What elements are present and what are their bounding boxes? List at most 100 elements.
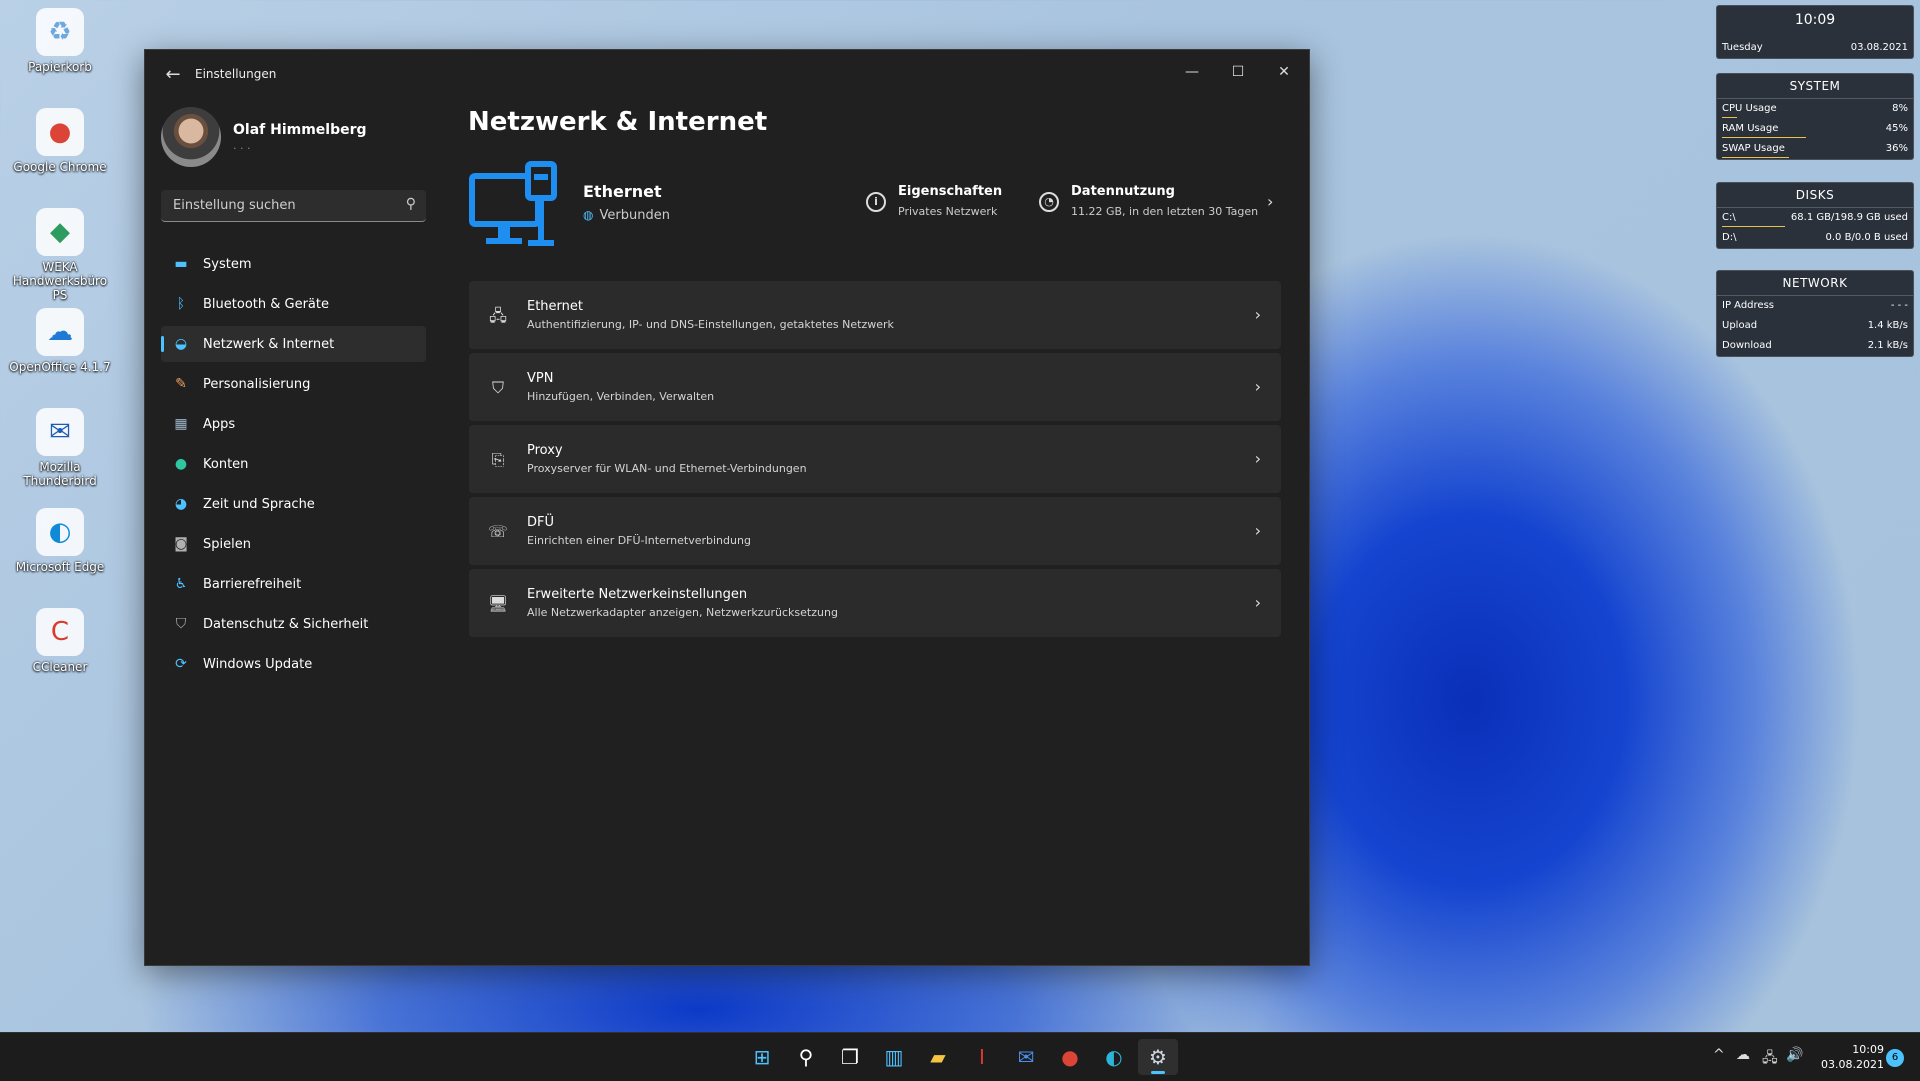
weka-icon: I: [979, 1045, 985, 1069]
file-explorer-button[interactable]: ▰: [918, 1039, 958, 1075]
minimize-button[interactable]: —: [1169, 56, 1215, 88]
gadget-row-label: Download: [1722, 340, 1772, 351]
desktop-app-icon: ✉: [36, 408, 84, 456]
search-icon[interactable]: ⚲: [406, 196, 416, 212]
card-subtitle: Authentifizierung, IP- und DNS-Einstellu…: [527, 318, 894, 331]
network-gadget-row: Upload 1.4 kB/s: [1717, 316, 1913, 336]
settings-card[interactable]: 🖥 Erweiterte Netzwerkeinstellungen Alle Ne…: [469, 569, 1281, 637]
sidebar-item[interactable]: ᛒ Bluetooth & Geräte: [161, 286, 426, 322]
card-title: DFÜ: [527, 515, 555, 530]
card-title: Erweiterte Netzwerkeinstellungen: [527, 587, 748, 602]
sidebar-item[interactable]: ▦ Apps: [161, 406, 426, 442]
data-usage-subtitle: 11.22 GB, in den letzten 30 Tagen: [1071, 205, 1259, 218]
properties-title: Eigenschaften: [898, 184, 1003, 199]
start-button[interactable]: ⊞: [742, 1039, 782, 1075]
connection-name: Ethernet: [583, 182, 662, 201]
close-button[interactable]: ✕: [1261, 56, 1307, 88]
system-gadget-title: SYSTEM: [1717, 74, 1913, 99]
file-explorer-icon: ▰: [930, 1045, 946, 1069]
connection-status-text: Verbunden: [599, 208, 670, 223]
gadget-row-value: - - -: [1890, 300, 1908, 311]
sidebar-item[interactable]: ▬ System: [161, 246, 426, 282]
sidebar-item[interactable]: ◒ Netzwerk & Internet: [161, 326, 426, 362]
gadget-row-label: RAM Usage: [1722, 123, 1779, 134]
sidebar-item-label: System: [203, 256, 252, 272]
sidebar-item-label: Barrierefreiheit: [203, 576, 302, 592]
volume-icon[interactable]: 🔊: [1786, 1047, 1803, 1063]
desktop-icon-label: Google Chrome: [13, 160, 107, 174]
maximize-button[interactable]: ☐: [1215, 56, 1261, 88]
desktop-icon[interactable]: ◐ Microsoft Edge: [4, 508, 116, 574]
desktop-icon[interactable]: ✉ Mozilla Thunderbird: [4, 408, 116, 488]
gamepad-icon: ◙: [174, 536, 188, 552]
sidebar-item[interactable]: ⛉ Datenschutz & Sicherheit: [161, 606, 426, 642]
chevron-right-icon: ›: [1267, 192, 1274, 211]
thunderbird-button[interactable]: ✉: [1006, 1039, 1046, 1075]
chevron-right-icon: ›: [1254, 593, 1261, 612]
sidebar-item-label: Netzwerk & Internet: [203, 336, 335, 352]
clock-gadget: 10:09 Tuesday 03.08.2021: [1716, 5, 1914, 59]
chrome-button[interactable]: ●: [1050, 1039, 1090, 1075]
usage-bar: [1722, 117, 1737, 118]
card-title: VPN: [527, 371, 554, 386]
settings-card[interactable]: ⎘ Proxy Proxyserver für WLAN- und Ethernet…: [469, 425, 1281, 493]
sidebar-item[interactable]: ⟳ Windows Update: [161, 646, 426, 682]
sidebar-item[interactable]: ◙ Spielen: [161, 526, 426, 562]
card-title: Proxy: [527, 443, 563, 458]
ethernet-monitor-icon: [469, 161, 557, 246]
gadget-row-label: D:\: [1722, 232, 1737, 243]
task-view-button[interactable]: ❐: [830, 1039, 870, 1075]
sidebar-item[interactable]: ◕ Zeit und Sprache: [161, 486, 426, 522]
update-icon: ⟳: [175, 656, 187, 672]
sidebar-item-label: Datenschutz & Sicherheit: [203, 616, 369, 632]
gadget-day: Tuesday: [1722, 42, 1763, 53]
accessibility-icon: ♿: [174, 576, 188, 592]
avatar[interactable]: [161, 107, 221, 167]
network-tray-icon[interactable]: 🖧: [1762, 1047, 1778, 1071]
settings-card[interactable]: ☏ DFÜ Einrichten einer DFÜ-Internetverbind…: [469, 497, 1281, 565]
gadget-row-value: 68.1 GB/198.9 GB used: [1790, 212, 1908, 223]
system-gadget-row: SWAP Usage 36%: [1717, 139, 1913, 159]
properties-subtitle: Privates Netzwerk: [898, 205, 998, 218]
widgets-button[interactable]: ▥: [874, 1039, 914, 1075]
page-title: Netzwerk & Internet: [468, 107, 768, 137]
onedrive-cloud-icon[interactable]: ☁: [1736, 1047, 1750, 1063]
settings-search[interactable]: ⚲: [161, 190, 426, 222]
desktop-icon[interactable]: ♻ Papierkorb: [4, 8, 116, 74]
desktop-app-icon: ♻: [36, 8, 84, 56]
sidebar-item[interactable]: ● Konten: [161, 446, 426, 482]
gadget-row-label: SWAP Usage: [1722, 143, 1785, 154]
search-button[interactable]: ⚲: [786, 1039, 826, 1075]
globe-clock-icon: ◕: [174, 496, 188, 512]
gadget-row-value: 1.4 kB/s: [1867, 320, 1908, 331]
notification-badge[interactable]: 6: [1886, 1049, 1904, 1067]
usage-bar: [1722, 157, 1789, 158]
taskbar: ⊞ ⚲ ❐ ▥ ▰ I ✉ ● ◐ ⚙ ^ ☁ 🖧 🔊 10:09 03.08.2021 6: [0, 1032, 1920, 1081]
desktop-icon[interactable]: ● Google Chrome: [4, 108, 116, 174]
title-bar: ← Einstellungen — ☐ ✕: [145, 50, 1309, 98]
sidebar-item[interactable]: ♿ Barrierefreiheit: [161, 566, 426, 602]
chevron-right-icon: ›: [1254, 521, 1261, 540]
settings-card[interactable]: 🖧 Ethernet Authentifizierung, IP- und DNS-…: [469, 281, 1281, 349]
settings-button[interactable]: ⚙: [1138, 1039, 1178, 1075]
weka-button[interactable]: I: [962, 1039, 1002, 1075]
settings-card[interactable]: ⛉ VPN Hinzufügen, Verbinden, Verwalten ›: [469, 353, 1281, 421]
edge-button[interactable]: ◐: [1094, 1039, 1134, 1075]
sidebar-item-label: Spielen: [203, 536, 251, 552]
gadget-row-value: 36%: [1885, 143, 1908, 154]
gadget-row-label: IP Address: [1722, 300, 1774, 311]
desktop-icon[interactable]: ☁ OpenOffice 4.1.7: [4, 308, 116, 374]
desktop-app-icon: ☁: [36, 308, 84, 356]
tray-chevron-icon[interactable]: ^: [1713, 1047, 1725, 1063]
settings-icon: ⚙: [1149, 1045, 1167, 1069]
gadget-row-value: 8%: [1892, 103, 1908, 114]
taskbar-clock[interactable]: 10:09 03.08.2021: [1814, 1042, 1884, 1072]
search-input[interactable]: [171, 197, 395, 214]
sidebar-item[interactable]: ✎ Personalisierung: [161, 366, 426, 402]
desktop-icon[interactable]: C CCleaner: [4, 608, 116, 674]
dialup-icon: ☏: [487, 522, 508, 541]
data-usage-title: Datennutzung: [1071, 184, 1175, 199]
desktop-icon[interactable]: ◆ WEKA Handwerksbüro PS: [4, 208, 116, 302]
task-view-icon: ❐: [841, 1045, 859, 1069]
back-arrow-icon[interactable]: ←: [159, 64, 187, 86]
